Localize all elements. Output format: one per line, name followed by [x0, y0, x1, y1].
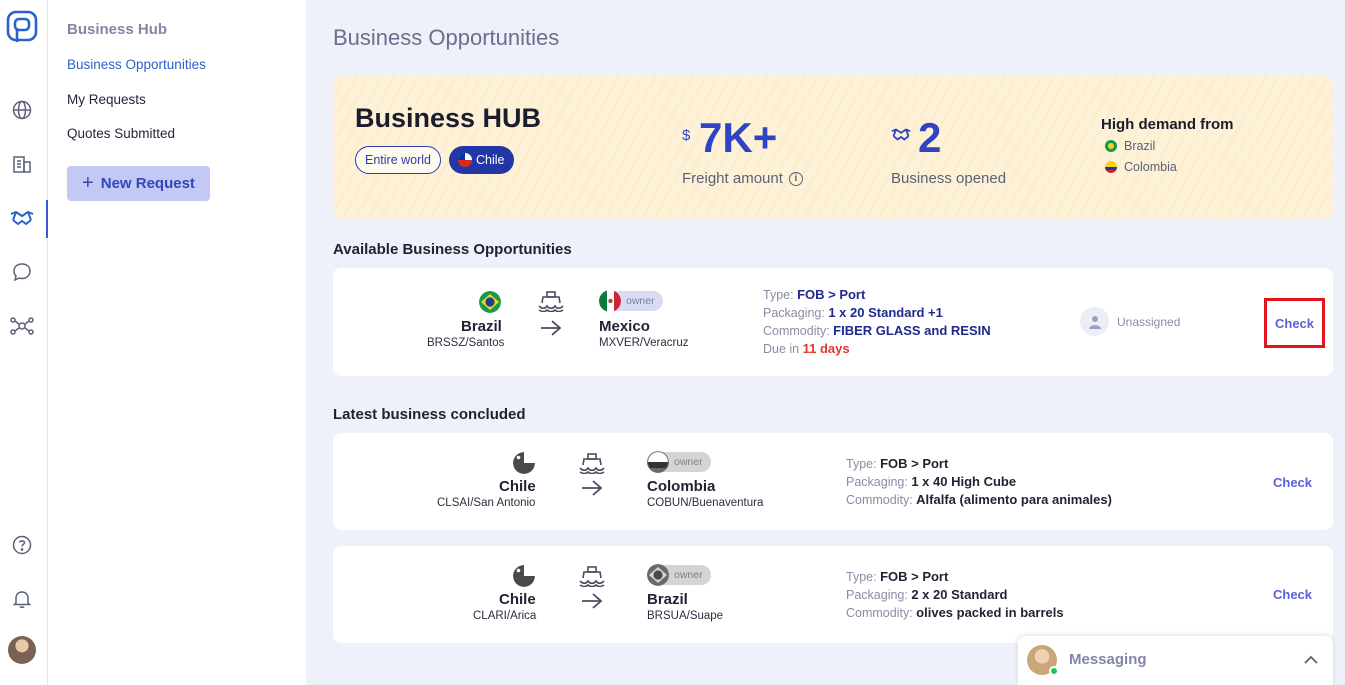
secondary-nav: Business Hub Business Opportunities My R…	[48, 0, 306, 685]
info-icon[interactable]: i	[788, 171, 803, 186]
chevron-up-icon[interactable]	[1303, 652, 1319, 670]
globe-icon[interactable]	[9, 97, 35, 123]
owner-badge: owner	[647, 564, 711, 586]
ship-icon	[579, 452, 605, 475]
concluded-section-title: Latest business concluded	[333, 406, 526, 423]
owner-label: owner	[674, 569, 703, 581]
detail-commodity: Commodity: Alfalfa (alimento para animal…	[846, 492, 1112, 507]
detail-type: Type: FOB > Port	[846, 569, 949, 584]
brazil-flag-icon	[1105, 140, 1117, 152]
destination-name: Colombia	[647, 478, 716, 495]
check-button[interactable]: Check	[1273, 475, 1312, 490]
demand-country: Brazil	[1124, 139, 1156, 153]
owner-badge: owner	[647, 451, 711, 473]
destination-name: Mexico	[599, 318, 650, 335]
brazil-flag-icon	[647, 564, 669, 586]
business-hub-banner: Business HUB Entire world Chile $ 7K+ Fr…	[333, 76, 1333, 219]
business-opened-label: Business opened	[891, 170, 1007, 187]
chile-flag-icon	[513, 452, 535, 474]
concluded-details: Type: FOB > Port Packaging: 1 x 40 High …	[846, 455, 1112, 509]
origin-code: CLSAI/San Antonio	[437, 497, 536, 509]
plus-icon: +	[82, 171, 94, 194]
owner-label: owner	[674, 456, 703, 468]
network-icon[interactable]	[9, 313, 35, 339]
detail-type: Type: FOB > Port	[846, 456, 949, 471]
colombia-flag-icon	[1105, 161, 1117, 173]
detail-commodity: Commodity: FIBER GLASS and RESIN	[763, 323, 991, 338]
nav-item-quotes-submitted[interactable]: Quotes Submitted	[67, 126, 175, 141]
origin-code: BRSSZ/Santos	[427, 337, 505, 349]
brazil-flag-icon	[479, 291, 501, 313]
nav-section-title: Business Hub	[67, 21, 168, 38]
origin-name: Chile	[499, 591, 536, 608]
high-demand-title: High demand from	[1101, 116, 1234, 133]
messaging-title: Messaging	[1069, 651, 1147, 668]
colombia-flag-icon	[647, 451, 669, 473]
destination-name: Brazil	[647, 591, 688, 608]
owner-badge: owner	[599, 290, 663, 312]
chile-flag-icon	[513, 565, 535, 587]
available-section-title: Available Business Opportunities	[333, 241, 572, 258]
handshake-icon[interactable]	[9, 205, 35, 231]
detail-type: Type: FOB > Port	[763, 287, 866, 302]
freight-amount-text: Freight amount	[682, 170, 783, 187]
building-icon[interactable]	[9, 151, 35, 177]
ship-icon	[579, 565, 605, 588]
check-button[interactable]: Check	[1264, 298, 1325, 348]
currency-symbol: $	[682, 127, 691, 144]
arrow-right-icon	[580, 592, 604, 610]
demand-item-colombia: Colombia	[1105, 160, 1177, 174]
detail-packaging: Packaging: 1 x 40 High Cube	[846, 474, 1017, 489]
detail-packaging: Packaging: 2 x 20 Standard	[846, 587, 1008, 602]
filter-chile[interactable]: Chile	[449, 146, 514, 174]
concluded-card[interactable]: Chile CLARI/Arica owner Brazil BRSUA/Sua…	[333, 546, 1333, 643]
check-button[interactable]: Check	[1273, 587, 1312, 602]
opportunity-card[interactable]: Brazil BRSSZ/Santos owner Mexico MXVER/V…	[333, 268, 1333, 376]
concluded-details: Type: FOB > Port Packaging: 2 x 20 Stand…	[846, 568, 1064, 622]
help-icon[interactable]	[9, 532, 35, 558]
new-request-label: New Request	[100, 175, 195, 192]
online-status-icon	[1049, 666, 1059, 676]
owner-label: owner	[626, 295, 655, 307]
detail-due: Due in 11 days	[763, 341, 850, 356]
origin-code: CLARI/Arica	[473, 610, 537, 622]
detail-packaging: Packaging: 1 x 20 Standard +1	[763, 305, 943, 320]
user-avatar[interactable]	[8, 636, 36, 664]
destination-code: COBUN/Buenaventura	[647, 497, 764, 509]
demand-country: Colombia	[1124, 160, 1177, 174]
messaging-panel[interactable]: Messaging	[1018, 636, 1333, 685]
detail-commodity: Commodity: olives packed in barrels	[846, 605, 1064, 620]
origin-name: Chile	[499, 478, 536, 495]
mexico-flag-icon	[599, 290, 621, 312]
logo-icon[interactable]	[6, 10, 38, 44]
icon-rail	[0, 0, 48, 685]
opportunity-details: Type: FOB > Port Packaging: 1 x 20 Stand…	[763, 286, 991, 358]
handshake-stat-icon	[891, 127, 911, 147]
filter-chile-label: Chile	[476, 153, 505, 167]
arrow-right-icon	[539, 319, 563, 337]
chile-flag-icon	[458, 153, 472, 167]
business-opened-value: 2	[918, 114, 942, 161]
nav-item-business-opportunities[interactable]: Business Opportunities	[67, 57, 206, 72]
demand-item-brazil: Brazil	[1105, 139, 1155, 153]
freight-amount-label: Freight amount i	[682, 170, 803, 187]
origin-name: Brazil	[461, 318, 502, 335]
page-title: Business Opportunities	[333, 25, 560, 50]
chat-icon[interactable]	[9, 259, 35, 285]
ship-icon	[538, 290, 564, 313]
concluded-card[interactable]: Chile CLSAI/San Antonio owner Colombia C…	[333, 433, 1333, 530]
filter-entire-world[interactable]: Entire world	[355, 146, 441, 174]
destination-code: BRSUA/Suape	[647, 610, 724, 622]
banner-title: Business HUB	[355, 103, 542, 133]
bell-icon[interactable]	[9, 586, 35, 612]
user-placeholder-icon	[1080, 307, 1109, 336]
freight-amount-value: 7K+	[699, 114, 778, 161]
nav-item-my-requests[interactable]: My Requests	[67, 92, 146, 107]
arrow-right-icon	[580, 479, 604, 497]
assignee-label: Unassigned	[1117, 314, 1181, 329]
destination-code: MXVER/Veracruz	[599, 337, 689, 349]
assignee[interactable]: Unassigned	[1080, 307, 1180, 336]
new-request-button[interactable]: + New Request	[67, 166, 210, 201]
